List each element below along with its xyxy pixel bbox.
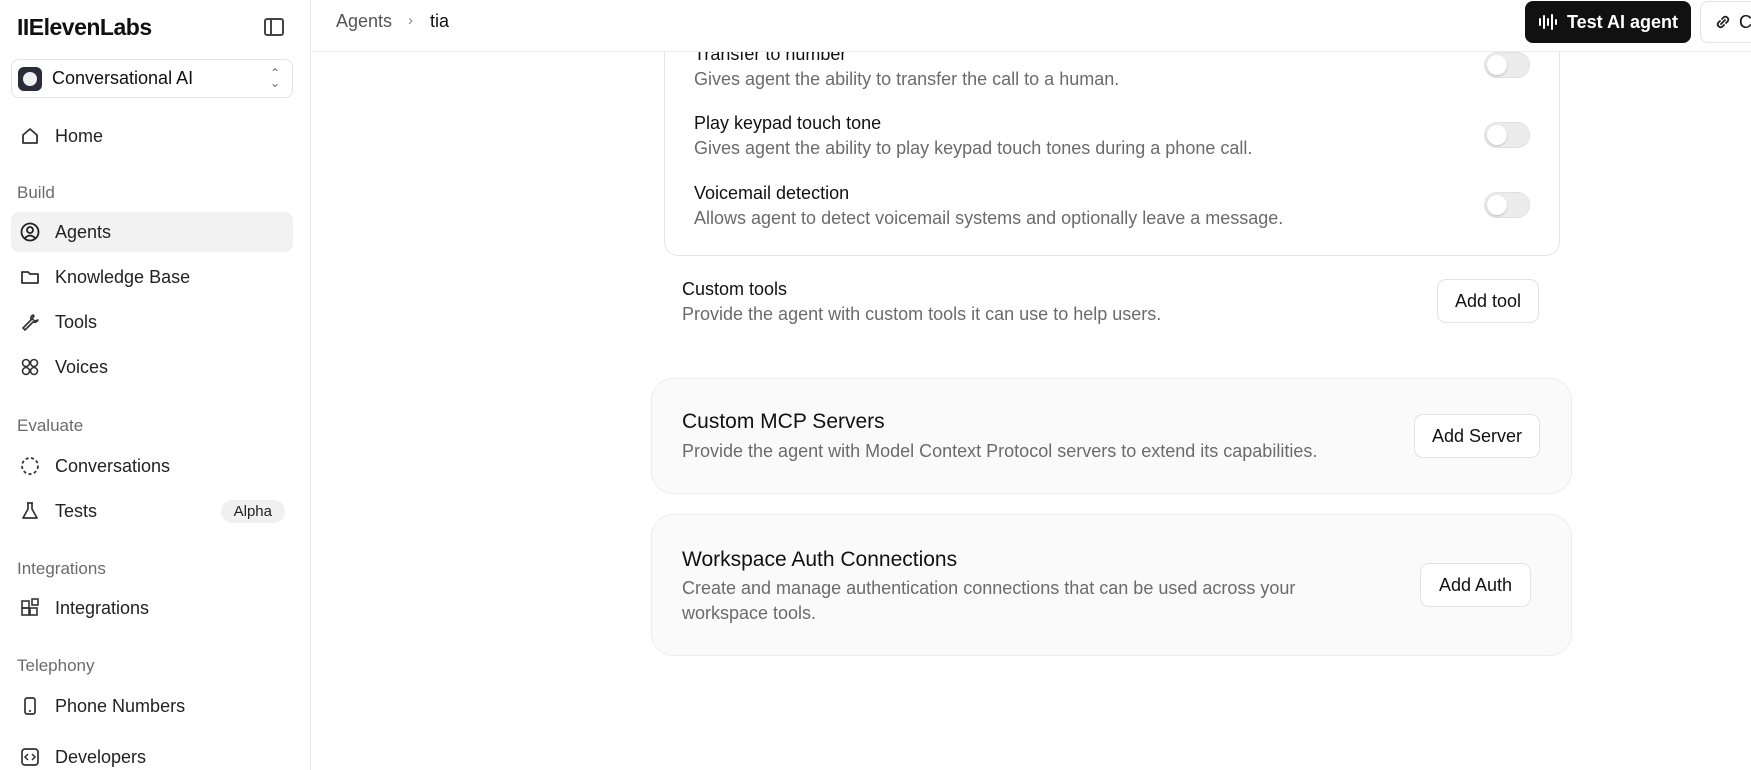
copy-link-button[interactable]: C xyxy=(1700,1,1751,43)
workspace-select[interactable]: Conversational AI ⌃ ⌄ xyxy=(11,59,293,98)
copy-link-label: C xyxy=(1739,11,1751,32)
sidebar-collapse-icon[interactable] xyxy=(264,18,284,36)
alpha-badge: Alpha xyxy=(220,500,285,523)
tool-row-play-keypad-touch-tone: Play keypad touch tone Gives agent the a… xyxy=(694,113,1534,159)
play-keypad-touch-tone-toggle[interactable] xyxy=(1484,122,1530,148)
wrench-icon xyxy=(19,311,41,333)
section-label-telephony: Telephony xyxy=(17,656,95,675)
grid-icon xyxy=(19,356,41,378)
flask-icon xyxy=(19,500,41,522)
add-server-button[interactable]: Add Server xyxy=(1414,414,1540,458)
sidebar-item-label: Home xyxy=(55,125,104,146)
section-label-build: Build xyxy=(17,183,55,202)
sidebar-item-label: Voices xyxy=(55,356,109,377)
sidebar-item-tests[interactable]: Tests Alpha xyxy=(11,491,293,531)
tool-row-voicemail-detection: Voicemail detection Allows agent to dete… xyxy=(694,183,1534,229)
breadcrumb-current: tia xyxy=(430,11,450,31)
breadcrumb-agents[interactable]: Agents xyxy=(336,11,392,32)
sidebar-item-label: Phone Numbers xyxy=(55,695,186,716)
agent-icon xyxy=(19,221,41,243)
sidebar-item-label: Tools xyxy=(55,311,98,332)
sidebar-item-label: Integrations xyxy=(55,597,150,618)
mcp-servers-description: Provide the agent with Model Context Pro… xyxy=(682,441,1318,461)
add-tool-button[interactable]: Add tool xyxy=(1437,279,1539,323)
voicemail-detection-toggle[interactable] xyxy=(1484,192,1530,218)
link-icon xyxy=(1716,15,1730,29)
top-header: Agents › tia Test AI agent C xyxy=(312,0,1751,52)
auth-connections-title: Workspace Auth Connections xyxy=(682,548,958,571)
custom-tools-title: Custom tools xyxy=(682,279,788,299)
transfer-to-number-toggle[interactable] xyxy=(1484,52,1530,78)
workspace-label: Conversational AI xyxy=(52,68,194,88)
tool-description: Gives agent the ability to play keypad t… xyxy=(694,138,1253,158)
sidebar-item-label: Knowledge Base xyxy=(55,266,191,287)
test-ai-agent-button[interactable]: Test AI agent xyxy=(1525,1,1691,43)
sidebar-item-integrations[interactable]: Integrations xyxy=(11,588,293,628)
section-label-evaluate: Evaluate xyxy=(17,416,84,435)
workspace-avatar xyxy=(18,67,42,91)
integrations-icon xyxy=(19,597,41,619)
sidebar-item-agents[interactable]: Agents xyxy=(11,212,293,252)
custom-tools-description: Provide the agent with custom tools it c… xyxy=(682,304,1162,324)
test-ai-agent-label: Test AI agent xyxy=(1567,11,1679,32)
tool-description: Allows agent to detect voicemail systems… xyxy=(694,208,1284,228)
sidebar-item-voices[interactable]: Voices xyxy=(11,347,293,387)
sidebar-item-knowledge-base[interactable]: Knowledge Base xyxy=(11,257,293,297)
sidebar-item-label: Conversations xyxy=(55,455,171,476)
sidebar-item-label: Tests xyxy=(55,500,98,521)
tool-title: Voicemail detection xyxy=(694,183,850,203)
code-icon xyxy=(19,746,41,768)
phone-icon xyxy=(19,695,41,717)
sidebar-item-label: Agents xyxy=(55,221,112,242)
tool-title: Play keypad touch tone xyxy=(694,113,882,133)
tool-description: Gives agent the ability to transfer the … xyxy=(694,69,1120,89)
sidebar-item-home[interactable]: Home xyxy=(11,116,293,156)
waveform-icon xyxy=(1539,14,1557,30)
sidebar-item-label: Developers xyxy=(55,746,147,767)
history-icon xyxy=(19,455,41,477)
home-icon xyxy=(19,125,41,147)
chevron-up-down-icon: ⌃ ⌄ xyxy=(269,66,280,90)
add-auth-button[interactable]: Add Auth xyxy=(1420,563,1531,607)
sidebar-item-phone-numbers[interactable]: Phone Numbers xyxy=(11,686,293,726)
section-label-integrations: Integrations xyxy=(17,559,106,578)
sidebar-item-developers[interactable]: Developers xyxy=(11,737,293,770)
sidebar: IIElevenLabs Conversational AI ⌃ ⌄ Home B… xyxy=(0,0,311,770)
sidebar-item-tools[interactable]: Tools xyxy=(11,302,293,342)
chevron-right-icon: › xyxy=(408,12,413,29)
folder-icon xyxy=(19,266,41,288)
sidebar-item-conversations[interactable]: Conversations xyxy=(11,446,293,486)
mcp-servers-title: Custom MCP Servers xyxy=(682,410,885,433)
auth-connections-description: Create and manage authentication connect… xyxy=(682,578,1296,623)
logo[interactable]: IIElevenLabs xyxy=(17,14,152,41)
